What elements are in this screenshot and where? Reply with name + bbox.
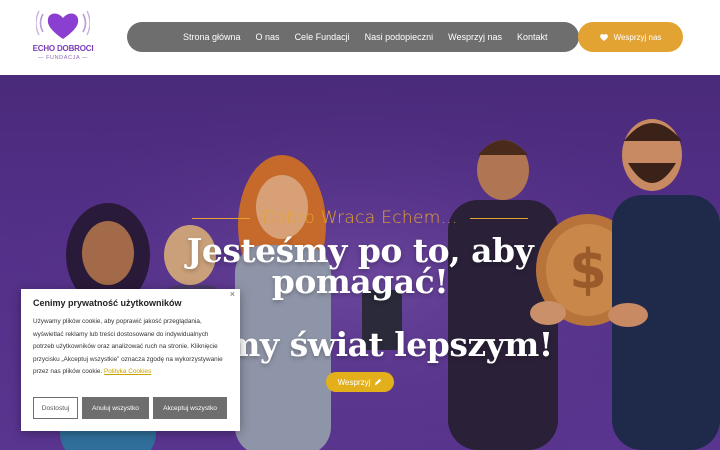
cookie-title: Cenimy prywatność użytkowników (33, 298, 182, 308)
nav-item-home[interactable]: Strona główna (183, 32, 241, 42)
cookie-consent-dialog: × Cenimy prywatność użytkowników Używamy… (21, 289, 240, 431)
svg-text:$: $ (569, 238, 607, 301)
hero-title: Jesteśmy po to, aby pomagać! (160, 234, 560, 298)
hero-tagline: Dobro Wraca Echem... (262, 208, 458, 228)
nav-item-contact[interactable]: Kontakt (517, 32, 548, 42)
cookie-policy-link[interactable]: Polityka Cookies (104, 368, 151, 375)
cookie-description: Używamy plików cookie, aby poprawić jako… (33, 318, 223, 375)
heart-logo-icon (36, 10, 90, 39)
nav-item-beneficiaries[interactable]: Nasi podopieczni (365, 32, 434, 42)
nav-item-support[interactable]: Wesprzyj nas (448, 32, 502, 42)
logo[interactable]: ECHO DOBROCI — FUNDACJA — (32, 8, 94, 62)
tagline-divider-left (192, 217, 251, 219)
site-header: ECHO DOBROCI — FUNDACJA — Strona główna … (0, 0, 720, 75)
cookie-reject-all-button[interactable]: Anuluj wszystko (82, 397, 149, 419)
cookie-buttons: Dostostuj Anuluj wszystko Akceptuj wszys… (33, 397, 227, 419)
support-button[interactable]: Wesprzyj nas (578, 22, 683, 52)
cookie-text: Używamy plików cookie, aby poprawić jako… (33, 316, 228, 379)
cookie-accept-all-button[interactable]: Akceptuj wszystko (153, 397, 227, 419)
cookie-close-button[interactable]: × (230, 289, 235, 299)
nav-item-about[interactable]: O nas (256, 32, 280, 42)
hero-tagline-row: Dobro Wraca Echem... (192, 207, 528, 229)
support-button-label: Wesprzyj nas (613, 32, 662, 42)
hero-support-button[interactable]: Wesprzyj (326, 372, 394, 392)
cookie-customize-button[interactable]: Dostostuj (33, 397, 78, 419)
heart-icon (599, 33, 608, 41)
tagline-divider-right (469, 217, 528, 219)
logo-title: ECHO DOBROCI (32, 44, 94, 53)
logo-subtitle: — FUNDACJA — (37, 55, 89, 61)
main-nav: Strona główna O nas Cele Fundacji Nasi p… (127, 22, 579, 52)
nav-item-goals[interactable]: Cele Fundacji (295, 32, 350, 42)
pencil-icon (375, 378, 382, 386)
hero-support-button-label: Wesprzyj (337, 377, 371, 387)
